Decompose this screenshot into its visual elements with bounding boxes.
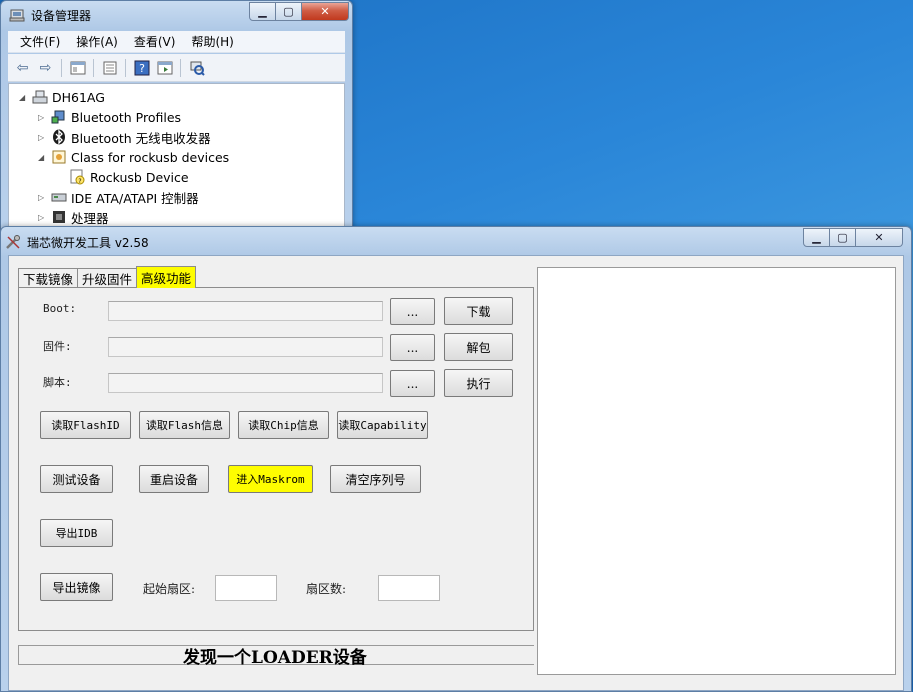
device-manager-icon	[9, 7, 25, 23]
back-arrow-icon[interactable]: ⇦	[12, 57, 33, 78]
close-button[interactable]: ✕	[856, 228, 903, 247]
device-tree: ◢ DH61AG ▷ Bluetooth Profiles ▷ Bluetoot…	[8, 83, 345, 231]
scan-hardware-icon[interactable]	[186, 57, 207, 78]
ide-controller-icon	[51, 189, 67, 205]
menu-bar: 文件(F) 操作(A) 查看(V) 帮助(H)	[8, 31, 345, 53]
app-tool-icon	[5, 234, 21, 250]
reset-device-button[interactable]: 重启设备	[139, 465, 209, 493]
expand-arrow-icon[interactable]: ▷	[38, 193, 48, 202]
execute-button[interactable]: 执行	[444, 369, 513, 397]
forward-arrow-icon[interactable]: ⇨	[35, 57, 56, 78]
firmware-browse-button[interactable]: ...	[390, 334, 435, 361]
script-browse-button[interactable]: ...	[390, 370, 435, 397]
read-capability-button[interactable]: 读取Capability	[337, 411, 428, 439]
toolbar: ⇦ ⇨ ?	[8, 54, 345, 82]
toolbar-separator	[180, 58, 181, 77]
sector-count-input[interactable]	[378, 575, 440, 601]
tree-item-label: Bluetooth Profiles	[71, 109, 182, 125]
tree-item-bluetooth-profiles[interactable]: ▷ Bluetooth Profiles	[38, 107, 181, 127]
download-button[interactable]: 下载	[444, 297, 513, 325]
read-flash-info-button[interactable]: 读取Flash信息	[139, 411, 230, 439]
minimize-button[interactable]: ▁	[803, 228, 830, 247]
status-bar: 发现一个LOADER设备	[18, 645, 534, 668]
collapse-arrow-icon[interactable]: ◢	[19, 93, 29, 102]
tool-title: 瑞芯微开发工具 v2.58	[27, 236, 149, 250]
expand-arrow-icon[interactable]: ▷	[38, 133, 48, 142]
tree-item-label: 处理器	[71, 210, 109, 226]
expand-arrow-icon[interactable]: ▷	[38, 213, 48, 222]
tab-advanced-functions[interactable]: 高级功能	[136, 266, 197, 288]
tool-titlebar[interactable]: 瑞芯微开发工具 v2.58 ▁ ▢ ✕	[1, 227, 911, 255]
read-chip-info-button[interactable]: 读取Chip信息	[238, 411, 329, 439]
tree-item-computer[interactable]: ◢ DH61AG	[19, 87, 105, 107]
maximize-button[interactable]: ▢	[830, 228, 856, 247]
boot-browse-button[interactable]: ...	[390, 298, 435, 325]
tab-strip: 下载镜像 升级固件 高级功能	[18, 266, 197, 288]
clear-serial-button[interactable]: 清空序列号	[330, 465, 421, 493]
sector-count-label: 扇区数:	[306, 582, 347, 596]
tab-download-image[interactable]: 下载镜像	[18, 268, 79, 288]
svg-text:?: ?	[78, 178, 81, 185]
view-icon[interactable]	[154, 57, 175, 78]
show-hide-console-icon[interactable]	[67, 57, 88, 78]
script-label: 脚本:	[43, 376, 72, 389]
toolbar-separator	[125, 58, 126, 77]
boot-label: Boot:	[43, 302, 77, 315]
enter-maskrom-button[interactable]: 进入Maskrom	[228, 465, 313, 493]
expand-arrow-icon[interactable]: ▷	[38, 113, 48, 122]
close-button[interactable]: ✕	[302, 2, 349, 21]
help-icon[interactable]: ?	[131, 57, 152, 78]
read-flash-id-button[interactable]: 读取FlashID	[40, 411, 131, 439]
collapse-arrow-icon[interactable]: ◢	[38, 153, 48, 162]
firmware-path-field[interactable]	[108, 337, 383, 357]
maximize-button[interactable]: ▢	[276, 2, 302, 21]
menu-file[interactable]: 文件(F)	[12, 33, 68, 50]
script-path-field[interactable]	[108, 373, 383, 393]
bluetooth-icon	[51, 129, 67, 145]
tree-item-ide-controller[interactable]: ▷ IDE ATA/ATAPI 控制器	[38, 187, 199, 207]
menu-action[interactable]: 操作(A)	[68, 33, 126, 50]
usb-class-icon	[51, 149, 67, 165]
tool-client-area: 下载镜像 升级固件 高级功能 Boot: ... 下载 固件: ... 解包 脚…	[8, 255, 904, 691]
tree-item-label: Class for rockusb devices	[71, 149, 230, 165]
tree-item-label: Rockusb Device	[90, 169, 189, 185]
unpack-button[interactable]: 解包	[444, 333, 513, 361]
computer-icon	[32, 89, 48, 105]
tree-item-label: IDE ATA/ATAPI 控制器	[71, 190, 199, 206]
tree-item-label: Bluetooth 无线电收发器	[71, 130, 211, 146]
menu-view[interactable]: 查看(V)	[126, 33, 184, 50]
device-manager-title: 设备管理器	[31, 9, 92, 23]
boot-path-field[interactable]	[108, 301, 383, 321]
toolbar-separator	[61, 58, 62, 77]
export-idb-button[interactable]: 导出IDB	[40, 519, 113, 547]
log-output-area[interactable]	[537, 267, 896, 675]
tab-upgrade-firmware[interactable]: 升级固件	[77, 268, 138, 288]
device-manager-window: 设备管理器 ▁ ▢ ✕ 文件(F) 操作(A) 查看(V) 帮助(H) ⇦ ⇨ …	[0, 0, 353, 232]
toolbar-separator	[93, 58, 94, 77]
status-text: 发现一个LOADER设备	[183, 648, 367, 668]
start-sector-input[interactable]	[215, 575, 277, 601]
bluetooth-profiles-icon	[51, 109, 67, 125]
start-sector-label: 起始扇区:	[143, 582, 196, 596]
tree-item-processor[interactable]: ▷ 处理器	[38, 207, 109, 227]
tree-item-rockusb-device[interactable]: ? Rockusb Device	[57, 167, 189, 187]
export-image-button[interactable]: 导出镜像	[40, 573, 113, 601]
tree-item-bluetooth-radio[interactable]: ▷ Bluetooth 无线电收发器	[38, 127, 211, 147]
rk-dev-tool-window: 瑞芯微开发工具 v2.58 ▁ ▢ ✕ 下载镜像 升级固件 高级功能 Boot:…	[0, 226, 912, 692]
device-manager-titlebar[interactable]: 设备管理器 ▁ ▢ ✕	[1, 1, 352, 29]
advanced-panel: Boot: ... 下载 固件: ... 解包 脚本: ... 执行 读取Fla…	[18, 287, 534, 631]
processor-icon	[51, 209, 67, 225]
test-device-button[interactable]: 测试设备	[40, 465, 113, 493]
tree-item-rockusb-class[interactable]: ◢ Class for rockusb devices	[38, 147, 229, 167]
unknown-device-icon: ?	[70, 169, 86, 185]
menu-help[interactable]: 帮助(H)	[183, 33, 241, 50]
properties-icon[interactable]	[99, 57, 120, 78]
firmware-label: 固件:	[43, 340, 72, 353]
minimize-button[interactable]: ▁	[249, 2, 276, 21]
tree-item-label: DH61AG	[52, 89, 105, 105]
svg-text:?: ?	[139, 62, 145, 75]
